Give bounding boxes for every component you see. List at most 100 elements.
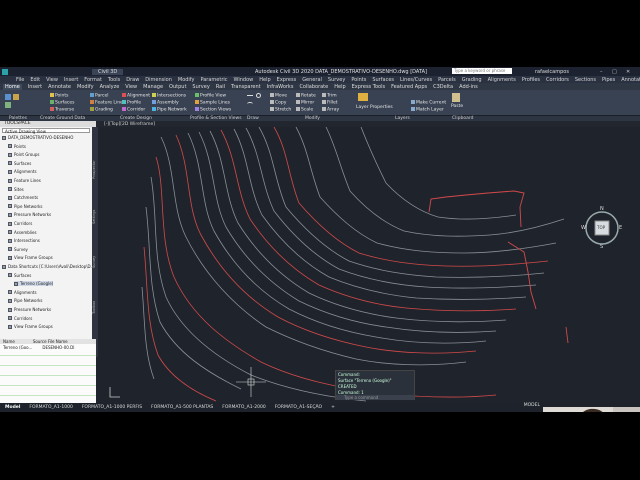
tab-insert[interactable]: Insert [28,84,42,90]
user-name[interactable]: rafaelcampos [535,69,569,75]
tab-prospector[interactable]: Prospector [92,147,98,192]
tab-collaborate[interactable]: Collaborate [299,84,328,90]
tree-item[interactable]: Survey [8,247,28,252]
menu-item-file[interactable]: File [16,77,24,83]
tab-help[interactable]: Help [334,84,345,90]
layer-properties-icon[interactable] [358,93,368,101]
traverse-button[interactable]: Traverse [50,107,74,113]
search-input[interactable]: Type a keyword or phrase [452,68,512,74]
mirror-button[interactable]: Mirror [296,100,314,106]
tab-express-tools[interactable]: Express Tools [352,84,385,90]
section-views-button[interactable]: Section Views [195,107,231,113]
tree-item[interactable]: Data Shortcuts [C:\Users\Avali\Desktop\D… [2,264,94,269]
viewcube-top-face[interactable]: TOP [597,225,605,230]
tree-item[interactable]: Points [8,144,26,149]
tree-item[interactable]: Sites [8,187,24,192]
tab-modify[interactable]: Modify [77,84,94,90]
layout-tab-model[interactable]: Model [5,405,20,410]
viewcube[interactable]: TOP N S W E [580,206,624,250]
tab-transparent[interactable]: Transparent [231,84,261,90]
layout-tab[interactable]: FORMATO_A1-500 PLANTAS [151,405,213,410]
tree-item[interactable]: Point Groups [8,152,39,157]
points-button[interactable]: Points [50,93,69,99]
tree-item[interactable]: Terreno (Google) [14,281,54,287]
tree-item[interactable]: Catchments [8,195,38,200]
layer-properties-button[interactable]: Layer Properties [356,105,393,110]
intersections-button[interactable]: Intersections [152,93,186,99]
menu-item-view[interactable]: View [46,77,58,83]
menu-item-sections[interactable]: Sections [575,77,596,83]
menu-item-survey[interactable]: Survey [328,77,345,83]
menu-item-parametric[interactable]: Parametric [200,77,227,83]
tab-annotate[interactable]: Annotate [48,84,71,90]
workspace-selector[interactable]: Civil 3D [92,68,124,75]
menu-item-dimension[interactable]: Dimension [145,77,172,83]
close-icon[interactable]: ✕ [626,69,630,75]
arc-icon[interactable] [247,102,253,106]
make-current-button[interactable]: Make Current [411,100,446,106]
tree-item[interactable]: Corridors [8,221,32,226]
compass-south[interactable]: S [600,244,603,250]
menu-item-general[interactable]: General [302,77,322,83]
grading-button[interactable]: Grading [90,107,113,113]
pipe-network-button[interactable]: Pipe Network [152,107,187,113]
menu-item-help[interactable]: Help [259,77,270,83]
menu-item-insert[interactable]: Insert [64,77,78,83]
menu-item-tools[interactable]: Tools [108,77,120,83]
paste-button[interactable]: Paste [451,104,463,109]
profile-button[interactable]: Profile [122,100,141,106]
sample-lines-button[interactable]: Sample Lines [195,100,230,106]
tree-item[interactable]: DATA_DEMOSTRATIVO-DESENHO [2,135,73,140]
tab-toolbox[interactable]: Toolbox [92,287,98,327]
menu-item-modify[interactable]: Modify [178,77,195,83]
tab-home[interactable]: Home [3,83,22,90]
scale-button[interactable]: Scale [296,107,313,113]
fillet-button[interactable]: Fillet [322,100,338,106]
tab-add-ins[interactable]: Add-ins [459,84,478,90]
tree-item[interactable]: Feature Lines [8,178,41,183]
model-space-indicator[interactable]: MODEL [524,403,540,408]
menu-item-format[interactable]: Format [84,77,102,83]
array-button[interactable]: Array [322,107,339,113]
menu-item-surfaces[interactable]: Surfaces [372,77,394,83]
menu-item-corridors[interactable]: Corridors [546,77,569,83]
tab-c3delta[interactable]: C3Delta [433,84,453,90]
tree-item[interactable]: Surfaces [8,273,31,278]
layout-tab[interactable]: FORMATO_A1-SEÇÃO [275,405,322,410]
tree-item[interactable]: Pipe Networks [8,298,43,303]
tab-view[interactable]: View [125,84,137,90]
tree-item[interactable]: Pressure Networks [8,212,51,217]
table-row[interactable]: Terreno (Goo... DESENHO-00.DI [0,345,96,350]
tree-item[interactable]: Surfaces [8,161,31,166]
tree-item[interactable]: Pipe Networks [8,204,43,209]
menu-item-edit[interactable]: Edit [30,77,40,83]
menu-item-alignments[interactable]: Alignments [488,77,516,83]
tab-manage[interactable]: Manage [143,84,163,90]
tree-item[interactable]: Alignments [8,169,37,174]
menu-item-window[interactable]: Window [234,77,254,83]
tree-item[interactable]: View Frame Groups [8,255,53,260]
menu-item-annotation[interactable]: Annotation [621,77,640,83]
alignment-button[interactable]: Alignment [122,93,150,99]
copy-button[interactable]: Copy [270,100,286,106]
layers-palette-icon[interactable] [5,102,11,108]
compass-north[interactable]: N [600,206,604,212]
layout-tab[interactable]: FORMATO_A1-2000 [222,405,265,410]
command-input[interactable]: Type a command [336,395,414,400]
paste-icon[interactable] [452,93,460,102]
menu-item-profiles[interactable]: Profiles [522,77,540,83]
surfaces-button[interactable]: Surfaces [50,100,75,106]
maximize-icon[interactable]: □ [612,69,617,75]
menu-item-grading[interactable]: Grading [462,77,482,83]
menu-item-lines-curves[interactable]: Lines/Curves [400,77,432,83]
circle-icon[interactable] [256,93,261,98]
minimize-icon[interactable]: – [600,69,603,75]
profile-view-button[interactable]: Profile View [195,93,226,99]
compass-west[interactable]: W [581,225,586,231]
app-logo-icon[interactable] [2,68,8,75]
trim-button[interactable]: Trim [322,93,337,99]
tree-item[interactable]: Corridors [8,316,32,321]
assembly-button[interactable]: Assembly [152,100,179,106]
tree-item[interactable]: View Frame Groups [8,324,53,329]
layout-tab[interactable]: FORMATO_A1-1000 PERFIS [82,405,142,410]
